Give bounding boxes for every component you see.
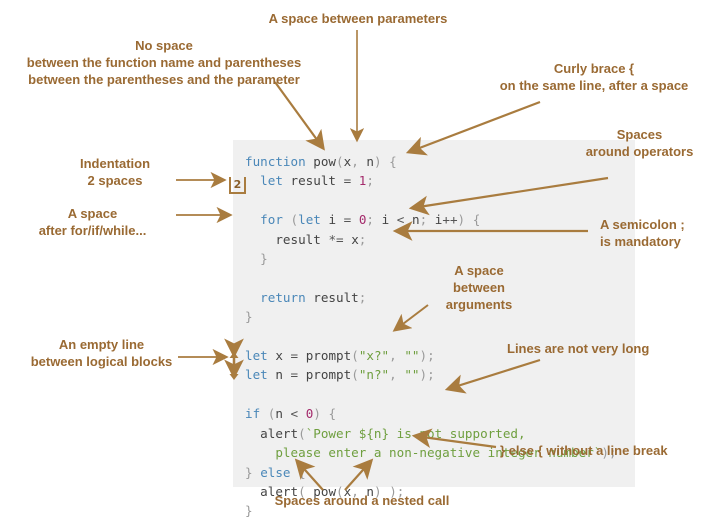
annotation-space-after-keyword: A space after for/if/while...: [38, 206, 147, 238]
code-listing: function pow(x, n) { let result = 1; for…: [245, 154, 617, 519]
annotation-lines-not-long: Lines are not very long: [507, 341, 650, 356]
indent-marker-label: 2: [233, 177, 242, 191]
annotation-nested-call: Spaces around a nested call: [274, 493, 450, 508]
annotation-empty-line: An empty line between logical blocks: [30, 337, 173, 369]
annotation-semicolon: A semicolon ; is mandatory: [600, 217, 685, 249]
annotation-spaces-around-operators: Spaces around operators: [585, 127, 694, 159]
annotation-space-between-parameters: A space between parameters: [268, 11, 448, 26]
arrow-no-space: [274, 81, 325, 151]
code-block: function pow(x, n) { let result = 1; for…: [233, 140, 635, 518]
illustration-canvas: function pow(x, n) { let result = 1; for…: [0, 0, 706, 518]
annotation-indentation: Indentation 2 spaces: [79, 156, 151, 188]
indent-measure-marker: 2: [229, 177, 246, 194]
annotation-curly-brace: Curly brace { on the same line, after a …: [499, 61, 689, 93]
annotation-else-no-break: } else { without a line break: [500, 443, 668, 458]
annotation-no-space: No space between the function name and p…: [26, 38, 302, 87]
annotation-space-between-arguments: A space between arguments: [445, 263, 513, 312]
